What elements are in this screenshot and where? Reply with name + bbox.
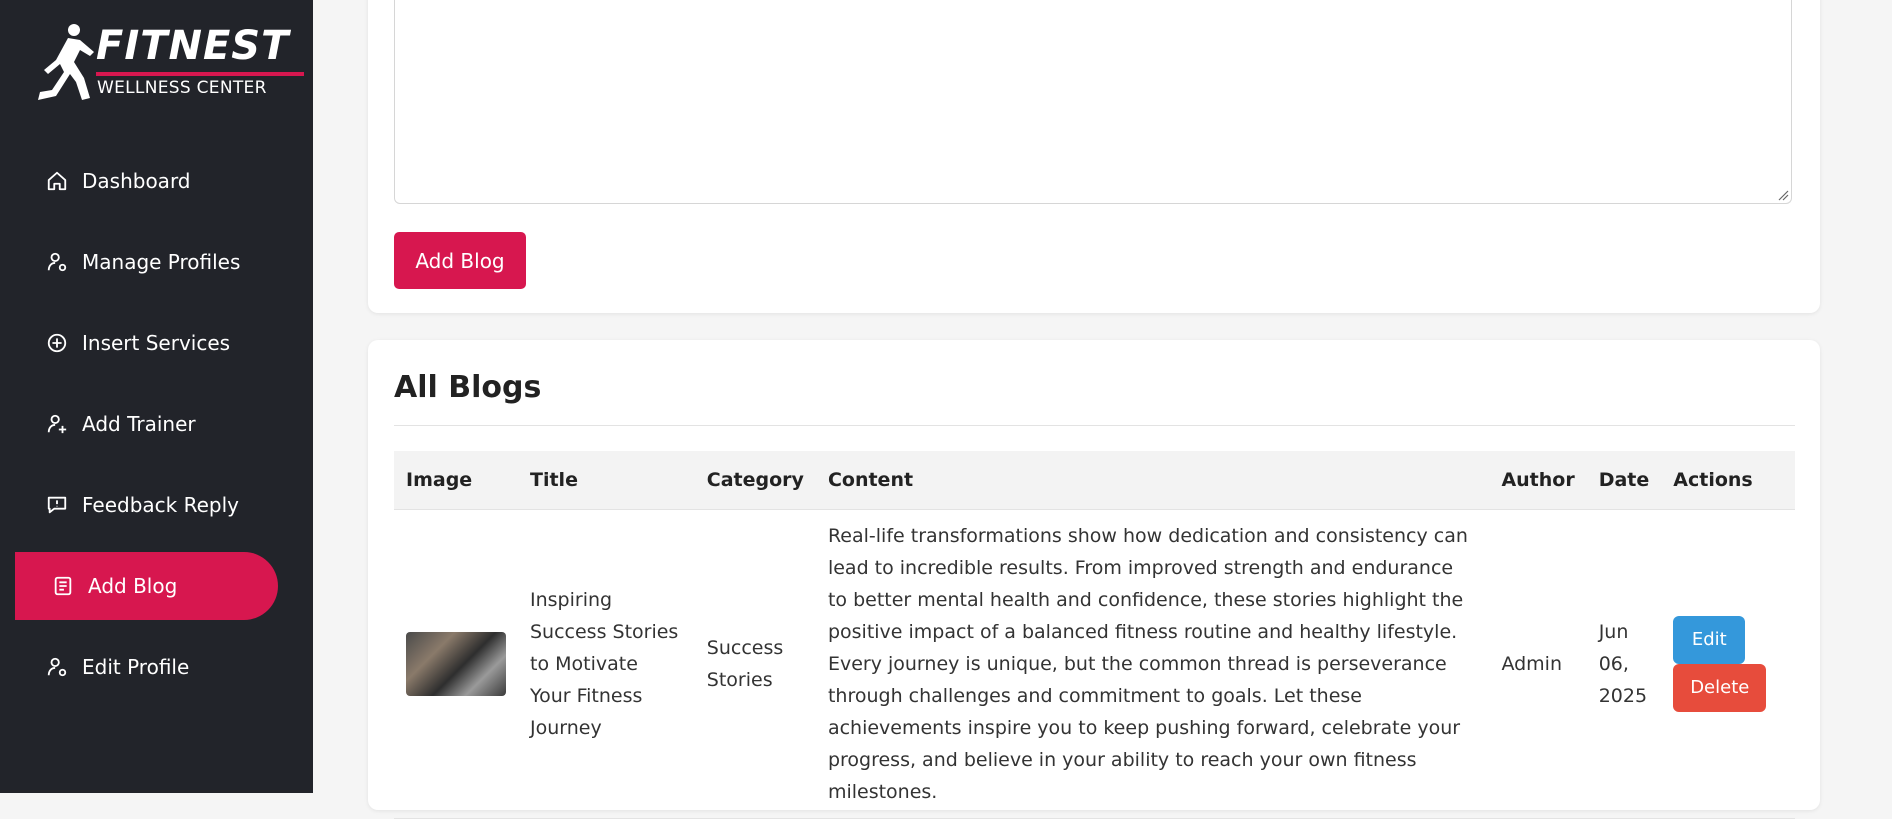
plus-circle-icon — [45, 331, 69, 355]
sidebar-item-label: Manage Profiles — [82, 250, 241, 274]
column-header-image: Image — [406, 468, 473, 491]
cell-title: Inspiring Success Stories to Motivate Yo… — [530, 588, 679, 739]
sidebar: FITNEST WELLNESS CENTER Dashboard Manage… — [0, 0, 313, 793]
user-gear-icon — [45, 250, 69, 274]
sidebar-item-label: Insert Services — [82, 331, 231, 355]
sidebar-item-label: Edit Profile — [82, 655, 190, 679]
sidebar-nav: Dashboard Manage Profiles Insert Service… — [0, 147, 313, 714]
brand-subtitle: WELLNESS CENTER — [97, 78, 267, 98]
add-blog-button[interactable]: Add Blog — [394, 232, 526, 289]
delete-button[interactable]: Delete — [1673, 663, 1767, 712]
runner-icon — [38, 24, 94, 100]
all-blogs-card: All Blogs Image Title Category Content A… — [368, 340, 1820, 818]
sidebar-item-edit-profile[interactable]: Edit Profile — [0, 633, 313, 701]
blog-icon — [51, 574, 75, 598]
column-header-content: Content — [827, 468, 914, 491]
sidebar-item-label: Add Blog — [88, 574, 178, 598]
divider — [394, 425, 1795, 426]
column-header-category: Category — [706, 468, 804, 491]
logo[interactable]: FITNEST WELLNESS CENTER — [34, 22, 304, 104]
table-row: Inspiring Success Stories to Motivate Yo… — [394, 509, 1795, 818]
add-blog-form-card: Add Blog — [368, 0, 1820, 313]
brand-underline — [96, 72, 304, 76]
cell-content: Real-life transformations show how dedic… — [827, 524, 1468, 803]
column-header-date: Date — [1598, 468, 1650, 491]
sidebar-item-insert-services[interactable]: Insert Services — [0, 309, 313, 377]
column-header-actions: Actions — [1673, 468, 1753, 491]
cell-image — [394, 509, 518, 818]
edit-button[interactable]: Edit — [1673, 615, 1746, 664]
cell-category: Success Stories — [706, 636, 784, 691]
sidebar-item-label: Dashboard — [82, 169, 191, 193]
section-title: All Blogs — [394, 370, 542, 405]
cell-date: Jun 06, 2025 — [1598, 620, 1648, 707]
blog-content-textarea[interactable] — [394, 0, 1792, 204]
sidebar-item-manage-profiles[interactable]: Manage Profiles — [0, 228, 313, 296]
resize-handle-icon[interactable] — [1777, 189, 1789, 201]
column-header-author: Author — [1501, 468, 1575, 491]
sidebar-item-label: Feedback Reply — [82, 493, 239, 517]
cell-actions: Edit Delete — [1661, 509, 1795, 818]
sidebar-item-add-trainer[interactable]: Add Trainer — [0, 390, 313, 458]
sidebar-item-label: Add Trainer — [82, 412, 196, 436]
user-plus-icon — [45, 412, 69, 436]
blogs-table: Image Title Category Content Author Date… — [394, 451, 1795, 819]
user-gear-icon — [45, 655, 69, 679]
blog-thumbnail — [406, 631, 506, 696]
sidebar-item-feedback-reply[interactable]: Feedback Reply — [0, 471, 313, 539]
cell-author: Admin — [1501, 652, 1562, 675]
column-header-title: Title — [530, 468, 578, 491]
home-icon — [45, 169, 69, 193]
brand-name: FITNEST — [96, 23, 290, 69]
table-header-row: Image Title Category Content Author Date… — [394, 451, 1795, 509]
feedback-icon — [45, 493, 69, 517]
sidebar-item-add-blog[interactable]: Add Blog — [15, 552, 278, 620]
sidebar-item-dashboard[interactable]: Dashboard — [0, 147, 313, 215]
